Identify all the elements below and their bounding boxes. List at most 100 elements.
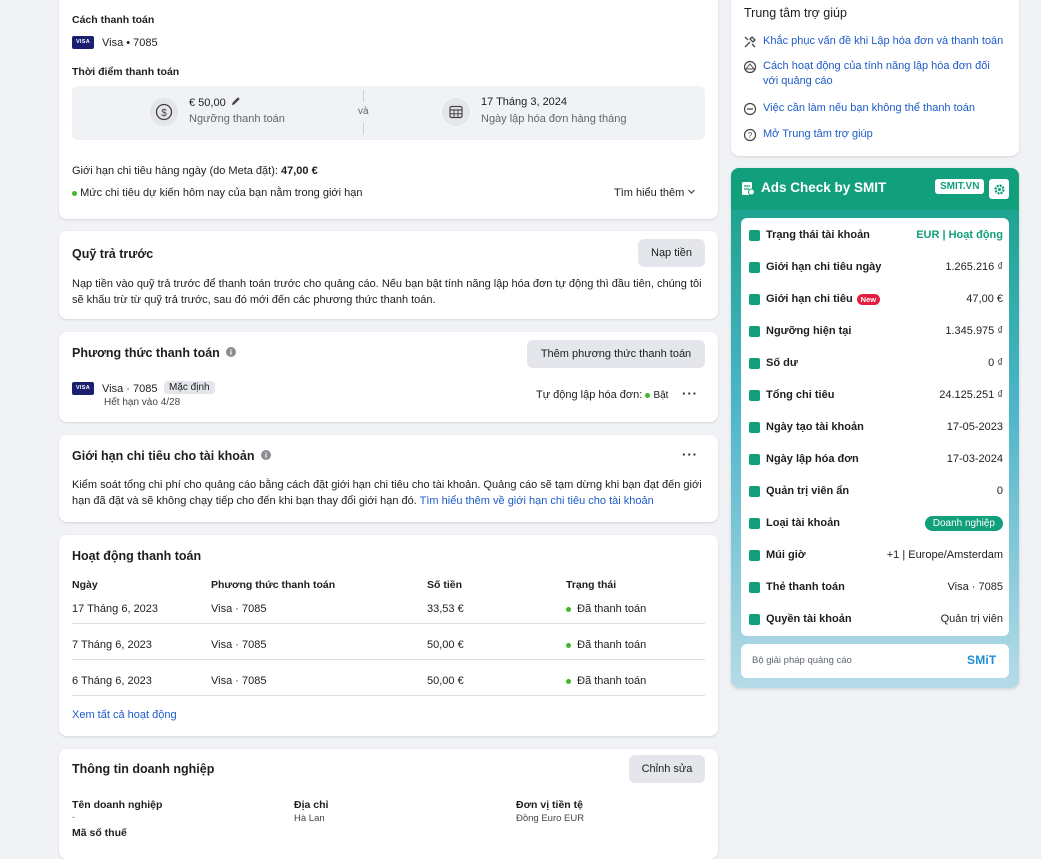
piggy-bank-icon	[749, 293, 760, 305]
expiry-text: Hết hạn vào 4/28	[104, 397, 181, 408]
smit-row-balance: Số dư 0 ₫	[749, 349, 1003, 377]
method-card-text: Visa · 7085	[102, 383, 158, 395]
minus-circle-icon	[743, 102, 757, 116]
default-badge: Mặc định	[164, 381, 215, 394]
divider-bottom	[363, 123, 364, 135]
more-options-icon[interactable]: ···	[682, 447, 698, 462]
shield-icon	[749, 485, 760, 497]
status-dot-icon	[72, 190, 77, 196]
currency-value: Đồng Euro EUR	[516, 813, 585, 824]
more-options-icon[interactable]: ···	[682, 386, 698, 401]
currency-label: Đơn vị tiền tệ	[516, 799, 583, 811]
col-status-header: Trạng thái	[566, 579, 617, 591]
trend-icon	[749, 325, 760, 337]
smit-row-permission: Quyền tài khoản Quản trị viên	[749, 605, 1003, 633]
help-link-how-it-works[interactable]: Cách hoạt động của tính năng lập hóa đơn…	[743, 59, 998, 89]
threshold-value: € 50,00	[189, 96, 226, 109]
edit-pencil-icon[interactable]	[231, 96, 241, 109]
smit-badge[interactable]: SMIT.VN	[935, 179, 985, 194]
help-center-card: Trung tâm trợ giúp Khắc phục vấn đề khi …	[731, 0, 1019, 156]
row-method: Visa · 7085	[211, 639, 267, 651]
col-date-header: Ngày	[72, 579, 98, 591]
status-dot-icon	[566, 642, 571, 648]
col-method-header: Phương thức thanh toán	[211, 579, 336, 591]
add-payment-method-button[interactable]: Thêm phương thức thanh toán	[527, 340, 705, 368]
row-date: 17 Tháng 6, 2023	[72, 603, 159, 615]
calendar-icon	[749, 421, 760, 433]
col-amount-header: Số tiền	[427, 579, 463, 591]
gear-icon[interactable]	[989, 179, 1009, 199]
smit-info-list: Trạng thái tài khoản EUR | Hoạt động Giớ…	[741, 218, 1009, 636]
address-label: Địa chỉ	[294, 799, 329, 811]
daily-limit-line: Giới hạn chi tiêu hàng ngày (do Meta đặt…	[72, 165, 318, 177]
row-amount: 33,53 €	[427, 603, 464, 615]
threshold-panel: $ € 50,00 Ngưỡng thanh toán và 17 Tháng …	[72, 86, 705, 140]
row-amount: 50,00 €	[427, 675, 464, 687]
smit-row-account-type: Loại tài khoản Doanh nghiệp	[749, 509, 1003, 537]
prepaid-title: Quỹ trả trước	[72, 247, 154, 261]
estimate-text: Mức chi tiêu dự kiến hôm nay của bạn nằm…	[80, 187, 363, 199]
billing-date: 17 Tháng 3, 2024	[481, 96, 568, 108]
smit-row-card: Thẻ thanh toán Visa · 7085	[749, 573, 1003, 601]
new-badge: New	[856, 293, 881, 305]
payment-method-label: Cách thanh toán	[72, 14, 155, 26]
billing-activity-card: Hoạt động thanh toán Ngày Phương thức th…	[59, 535, 718, 736]
learn-more-label: Tìm hiểu thêm	[614, 187, 685, 199]
smit-row-status: Trạng thái tài khoản EUR | Hoạt động	[749, 221, 1003, 249]
address-value: Hà Lan	[294, 813, 325, 824]
status-dot-icon	[645, 392, 651, 398]
dollar-icon: $	[150, 98, 178, 126]
threshold-caption: Ngưỡng thanh toán	[189, 113, 285, 125]
add-funds-button[interactable]: Nạp tiền	[638, 239, 705, 267]
row-method: Visa · 7085	[211, 675, 267, 687]
invoice-icon	[749, 453, 760, 465]
daily-limit-label: Giới hạn chi tiêu hàng ngày (do Meta đặt…	[72, 165, 278, 177]
smit-footer-text: Bộ giải pháp quảng cáo	[752, 655, 852, 666]
learn-more-toggle[interactable]: Tìm hiểu thêm	[614, 187, 696, 199]
id-card-icon	[749, 517, 760, 529]
row-amount: 50,00 €	[427, 639, 464, 651]
and-text: và	[358, 106, 369, 117]
smit-panel: Ads Check by SMIT SMIT.VN Trạng thái tài…	[731, 168, 1019, 688]
tax-id-label: Mã số thuế	[72, 827, 127, 839]
smit-row-threshold: Ngưỡng hiện tại 1.345.975 ₫	[749, 317, 1003, 345]
business-info-card: Thông tin doanh nghiệp Chỉnh sửa Tên doa…	[59, 749, 718, 859]
edit-button[interactable]: Chỉnh sửa	[629, 755, 705, 783]
spending-limit-link[interactable]: Tìm hiểu thêm về giới hạn chi tiêu cho t…	[420, 495, 654, 507]
smit-footer: Bộ giải pháp quảng cáo SMiT	[741, 644, 1009, 678]
payment-schedule-card: Cách thanh toán VISA Visa • 7085 Thời đi…	[59, 0, 718, 219]
row-method: Visa · 7085	[211, 603, 267, 615]
payment-time-label: Thời điểm thanh toán	[72, 66, 180, 78]
table-row[interactable]: 17 Tháng 6, 2023 Visa · 7085 33,53 € Đã …	[72, 594, 705, 623]
smit-header: Ads Check by SMIT SMIT.VN	[731, 168, 1019, 210]
credit-card-icon	[749, 581, 760, 593]
svg-text:$: $	[161, 108, 167, 119]
info-icon[interactable]	[225, 346, 236, 360]
business-name-label: Tên doanh nghiệp	[72, 799, 163, 811]
billing-caption: Ngày lập hóa đơn hàng tháng	[481, 113, 627, 125]
help-link-cannot-pay[interactable]: Việc cần làm nếu bạn không thể thanh toá…	[743, 101, 1008, 116]
info-icon[interactable]	[260, 449, 271, 463]
table-row[interactable]: 6 Tháng 6, 2023 Visa · 7085 50,00 € Đã t…	[72, 666, 705, 695]
help-title: Trung tâm trợ giúp	[744, 6, 847, 20]
business-name-value: -	[72, 812, 75, 822]
activity-title: Hoạt động thanh toán	[72, 549, 202, 563]
checklist-icon	[741, 181, 755, 199]
spending-limit-card: Giới hạn chi tiêu cho tài khoản ··· Kiểm…	[59, 435, 718, 522]
daily-limit-value: 47,00 €	[281, 165, 318, 177]
prepaid-description: Nạp tiền vào quỹ trả trước để thanh toán…	[72, 278, 702, 306]
row-divider	[72, 623, 705, 624]
smit-logo: SMiT	[967, 653, 997, 667]
status-dot-icon	[566, 678, 571, 684]
view-all-activity-link[interactable]: Xem tất cả hoạt động	[72, 709, 177, 721]
payment-methods-title: Phương thức thanh toán	[72, 346, 220, 360]
help-link-open-center[interactable]: ? Mở Trung tâm trợ giúp	[743, 127, 1008, 142]
table-row[interactable]: 7 Tháng 6, 2023 Visa · 7085 50,00 € Đã t…	[72, 630, 705, 659]
chart-icon	[749, 229, 760, 241]
spending-limit-description: Kiểm soát tổng chi phí cho quảng cáo bằn…	[72, 479, 702, 507]
help-link-troubleshoot[interactable]: Khắc phục vấn đề khi Lập hóa đơn và than…	[743, 34, 1008, 49]
wallet-icon	[749, 261, 760, 273]
row-divider	[72, 695, 705, 696]
row-divider	[72, 659, 705, 660]
question-icon: ?	[743, 128, 757, 142]
